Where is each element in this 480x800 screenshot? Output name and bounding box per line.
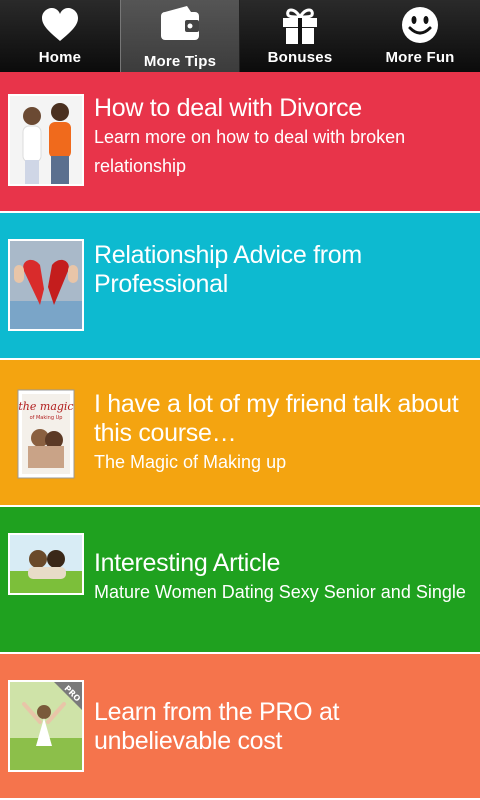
list-item[interactable]: the magic of Making Up I have a lot of m… [0, 360, 480, 507]
book-cover-image: the magic of Making Up [16, 388, 76, 480]
couple-arguing-image [8, 94, 84, 186]
card-subtitle: The Magic of Making up [94, 452, 287, 472]
tab-label: More Fun [385, 49, 455, 66]
card-subtitle: Learn more on how to deal with broken re… [94, 127, 406, 176]
list-item[interactable]: How to deal with Divorce Learn more on h… [0, 72, 480, 213]
woman-in-field-image: PRO [8, 680, 84, 772]
gift-icon [280, 6, 320, 44]
card-title: I have a lot of my friend talk about thi… [94, 390, 459, 447]
heart-icon [40, 6, 80, 44]
tab-label: More Tips [143, 53, 217, 70]
card-subtitle: Mature Women Dating Sexy Senior and Sing… [94, 582, 466, 602]
bottom-tab-bar: Home More Tips Bonuses More Fun [0, 0, 480, 72]
book-subtitle-text: of Making Up [30, 415, 63, 421]
list-item[interactable]: Interesting Article Mature Women Dating … [0, 507, 480, 654]
list-item[interactable]: Relationship Advice from Professional [0, 213, 480, 360]
tab-label: Home [38, 49, 82, 66]
card-title: Interesting Article [94, 549, 281, 577]
smiley-icon [401, 6, 439, 44]
tab-bonuses[interactable]: Bonuses [240, 0, 360, 72]
card-title: How to deal with Divorce [94, 94, 362, 122]
card-title: Learn from the PRO at unbelievable cost [94, 698, 340, 755]
tab-home[interactable]: Home [0, 0, 120, 72]
book-title-text: the magic [18, 400, 73, 413]
tab-label: Bonuses [267, 49, 333, 66]
tab-more-tips[interactable]: More Tips [120, 0, 240, 72]
wallet-icon [157, 6, 203, 44]
tips-list: How to deal with Divorce Learn more on h… [0, 72, 480, 800]
couple-on-grass-image [8, 533, 84, 595]
card-title: Relationship Advice from Professional [94, 241, 362, 298]
broken-heart-image [8, 239, 84, 331]
tab-more-fun[interactable]: More Fun [360, 0, 480, 72]
list-item[interactable]: PRO Learn from the PRO at unbelievable c… [0, 654, 480, 800]
